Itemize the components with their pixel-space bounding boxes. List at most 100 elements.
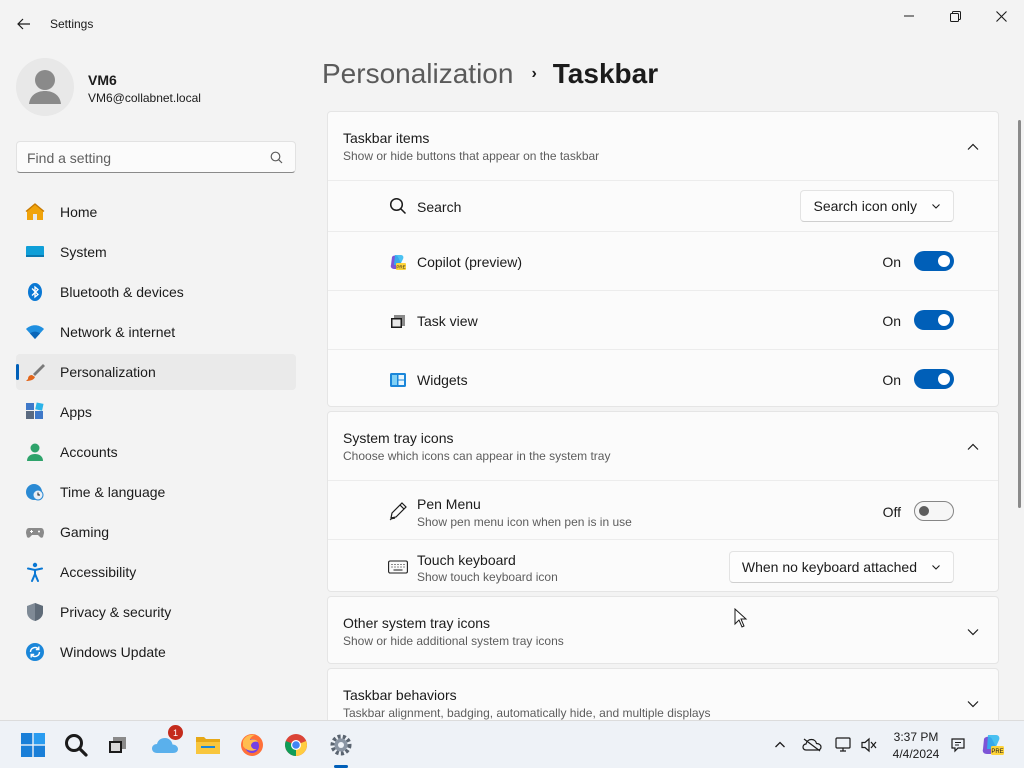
widgets-icon — [388, 370, 408, 390]
show-hidden-icons-button[interactable] — [766, 731, 794, 759]
task-view-row: Task view On — [328, 290, 998, 349]
search-icon — [388, 196, 408, 216]
accessibility-icon — [25, 562, 45, 582]
file-explorer-button[interactable] — [194, 731, 222, 759]
mouse-cursor-icon — [734, 608, 748, 628]
clock-date[interactable]: 4/4/2024 — [888, 747, 944, 761]
copilot-taskbar-button[interactable]: PRE — [978, 731, 1006, 759]
sidebar-item-system[interactable]: System — [16, 234, 296, 270]
system-tray-icons-section: System tray icons Choose which icons can… — [327, 411, 999, 592]
chevron-down-icon — [967, 629, 979, 636]
task-view-button[interactable] — [104, 731, 132, 759]
clock-time[interactable]: 3:37 PM — [888, 730, 944, 744]
other-system-tray-icons-section[interactable]: Other system tray icons Show or hide add… — [327, 596, 999, 664]
close-icon — [995, 10, 1007, 22]
keyboard-icon — [388, 557, 408, 577]
taskbar-items-section: Taskbar items Show or hide buttons that … — [327, 111, 999, 407]
sidebar-item-home[interactable]: Home — [16, 194, 296, 230]
sidebar-item-network[interactable]: Network & internet — [16, 314, 296, 350]
sidebar-item-accessibility[interactable]: Accessibility — [16, 554, 296, 590]
network-tray-button[interactable] — [830, 731, 858, 759]
taskbar-behaviors-section[interactable]: Taskbar behaviors Taskbar alignment, bad… — [327, 668, 999, 728]
sidebar-item-bluetooth[interactable]: Bluetooth & devices — [16, 274, 296, 310]
maximize-button[interactable] — [932, 0, 978, 32]
update-icon — [25, 642, 45, 662]
sidebar-nav: Home System Bluetooth & devices Network … — [16, 194, 296, 674]
network-icon — [835, 737, 851, 752]
search-icon — [270, 151, 283, 164]
notification-center-button[interactable] — [944, 731, 972, 759]
other-system-tray-icons-header[interactable]: Other system tray icons Show or hide add… — [328, 597, 998, 665]
search-icon — [65, 734, 88, 757]
home-icon — [25, 202, 45, 222]
settings-icon — [330, 734, 352, 756]
copilot-icon: PRE — [982, 735, 1004, 755]
chrome-button[interactable] — [282, 731, 310, 759]
sidebar-item-privacy-security[interactable]: Privacy & security — [16, 594, 296, 630]
sidebar-item-gaming[interactable]: Gaming — [16, 514, 296, 550]
settings-search[interactable] — [16, 141, 296, 173]
restore-icon — [949, 10, 961, 22]
close-button[interactable] — [978, 0, 1024, 32]
chevron-down-icon — [967, 701, 979, 708]
chevron-up-icon — [967, 143, 979, 150]
back-button[interactable] — [10, 10, 38, 38]
sidebar-item-personalization[interactable]: Personalization — [16, 354, 296, 390]
breadcrumb-parent-link[interactable]: Personalization — [322, 58, 513, 90]
file-explorer-icon — [196, 737, 220, 754]
brush-icon — [25, 362, 45, 382]
avatar[interactable] — [16, 58, 74, 116]
weather-badge: 1 — [168, 725, 183, 740]
search-row: Search Search icon only — [328, 180, 998, 231]
pen-menu-row: Pen Menu Show pen menu icon when pen is … — [328, 480, 998, 539]
bluetooth-icon — [25, 282, 45, 302]
clock-globe-icon — [25, 482, 45, 502]
notification-icon — [951, 738, 965, 753]
volume-tray-button[interactable] — [855, 731, 883, 759]
windows-taskbar: 1 3:37 PM 4/4/2024 PRE — [0, 720, 1024, 768]
user-avatar-icon — [29, 70, 61, 104]
chrome-icon — [285, 734, 307, 756]
taskbar-search-button[interactable] — [62, 731, 90, 759]
touch-keyboard-dropdown[interactable]: When no keyboard attached — [728, 551, 954, 583]
onedrive-icon — [802, 738, 822, 752]
sidebar-item-apps[interactable]: Apps — [16, 394, 296, 430]
start-button[interactable] — [19, 731, 47, 759]
minimize-button[interactable] — [886, 0, 932, 32]
page-title: Taskbar — [552, 58, 659, 89]
breadcrumb: Personalization › Taskbar — [322, 58, 658, 90]
svg-text:PRE: PRE — [991, 749, 1003, 755]
wifi-icon — [25, 322, 45, 342]
sidebar-item-accounts[interactable]: Accounts — [16, 434, 296, 470]
weather-widget-button[interactable]: 1 — [151, 725, 183, 759]
user-email: VM6@collabnet.local — [88, 91, 201, 105]
accounts-icon — [25, 442, 45, 462]
firefox-icon — [241, 734, 263, 756]
search-mode-dropdown[interactable]: Search icon only — [800, 190, 954, 222]
task-view-toggle[interactable] — [914, 310, 954, 330]
firefox-button[interactable] — [238, 731, 266, 759]
title-bar: Settings — [0, 0, 1024, 48]
search-input[interactable] — [27, 148, 257, 168]
scrollbar[interactable] — [1018, 120, 1021, 508]
system-tray-icons-header[interactable]: System tray icons Choose which icons can… — [328, 412, 998, 480]
sidebar-item-windows-update[interactable]: Windows Update — [16, 634, 296, 670]
volume-icon — [861, 737, 877, 753]
sidebar-item-time-language[interactable]: Time & language — [16, 474, 296, 510]
windows-logo-icon — [21, 733, 45, 757]
task-view-icon — [388, 311, 408, 331]
gamepad-icon — [25, 522, 45, 542]
copilot-icon: PRE — [388, 252, 408, 272]
app-title: Settings — [50, 17, 94, 31]
task-view-icon — [109, 737, 126, 753]
settings-app-button[interactable] — [327, 731, 355, 759]
taskbar-items-header[interactable]: Taskbar items Show or hide buttons that … — [328, 112, 998, 180]
pen-icon — [388, 501, 408, 521]
copilot-toggle[interactable] — [914, 251, 954, 271]
breadcrumb-separator: › — [531, 65, 537, 82]
chevron-down-icon — [932, 204, 940, 209]
pen-menu-toggle[interactable] — [914, 501, 954, 521]
widgets-toggle[interactable] — [914, 369, 954, 389]
onedrive-tray-button[interactable] — [798, 731, 826, 759]
shield-icon — [25, 602, 45, 622]
